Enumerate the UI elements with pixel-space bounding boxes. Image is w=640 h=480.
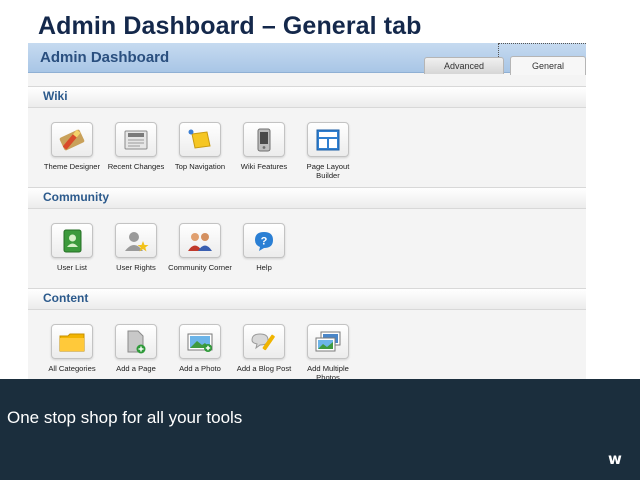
tool-add-multiple-photos[interactable]: Add Multiple Photos [296, 324, 360, 379]
help-icon: ? [255, 231, 273, 251]
tool-icon-box [179, 122, 221, 157]
caption-banner: One stop shop for all your tools w [0, 379, 640, 480]
tool-icon-box [179, 324, 221, 359]
tool-label: Add Multiple Photos [307, 364, 349, 379]
tool-help[interactable]: ? Help [232, 223, 296, 272]
tool-page-layout-builder[interactable]: Page Layout Builder [296, 122, 360, 180]
section-label-community: Community [43, 190, 109, 204]
tool-add-a-blog-post[interactable]: Add a Blog Post [232, 324, 296, 373]
people-icon [188, 232, 212, 251]
tool-label: Help [256, 263, 272, 272]
section-header-content: Content [28, 288, 586, 310]
tool-top-navigation[interactable]: Top Navigation [168, 122, 232, 171]
tool-icon-box [51, 122, 93, 157]
banner-text: One stop shop for all your tools [7, 408, 243, 427]
tool-add-a-photo[interactable]: Add a Photo [168, 324, 232, 373]
section-header-wiki: Wiki [28, 86, 586, 108]
tool-label: Page Layout Builder [306, 162, 350, 180]
user-star-icon [125, 231, 149, 251]
svg-text:?: ? [261, 235, 268, 247]
tool-icon-box [179, 223, 221, 258]
dashboard-title: Admin Dashboard [40, 49, 170, 66]
section-header-community: Community [28, 187, 586, 209]
phone-features-icon [257, 128, 271, 151]
tool-wiki-features[interactable]: Wiki Features [232, 122, 296, 171]
tool-icon-box [243, 324, 285, 359]
tool-label: User Rights [116, 263, 156, 272]
layout-icon [316, 129, 340, 150]
tool-user-rights[interactable]: User Rights [104, 223, 168, 272]
tool-label: Add a Photo [179, 364, 221, 373]
tool-icon-box [51, 223, 93, 258]
tool-label: Add a Blog Post [236, 364, 292, 373]
tool-label: User List [57, 263, 87, 272]
tool-label: All Categories [48, 364, 96, 373]
admin-dashboard-panel: Admin Dashboard Advanced General Wiki Th… [28, 43, 586, 379]
tool-label: Add a Page [116, 364, 156, 373]
tool-label: Theme Designer [43, 162, 101, 171]
tool-recent-changes[interactable]: Recent Changes [104, 122, 168, 171]
wikia-logo: w [608, 450, 622, 468]
tool-icon-box [307, 122, 349, 157]
tab-advanced[interactable]: Advanced [424, 57, 504, 74]
dashboard-header: Admin Dashboard Advanced General [28, 43, 586, 75]
folder-icon [59, 333, 85, 351]
section-label-wiki: Wiki [43, 89, 68, 103]
blog-post-icon [251, 332, 275, 350]
navigation-tag-icon [188, 129, 211, 149]
tool-label: Top Navigation [174, 162, 226, 171]
tool-icon-box [115, 122, 157, 157]
add-photo-icon [187, 333, 213, 352]
tool-icon-box [51, 324, 93, 359]
address-book-icon [63, 229, 82, 252]
multiple-photos-icon [315, 331, 341, 351]
tab-general[interactable]: General [510, 56, 586, 75]
tool-label: Recent Changes [107, 162, 165, 171]
theme-designer-icon [59, 129, 85, 150]
tool-icon-box [307, 324, 349, 359]
tool-theme-designer[interactable]: Theme Designer [40, 122, 104, 171]
slide-title: Admin Dashboard – General tab [38, 12, 422, 40]
tool-icon-box: ? [243, 223, 285, 258]
tool-icon-box [243, 122, 285, 157]
tool-user-list[interactable]: User List [40, 223, 104, 272]
tool-label: Community Corner [168, 263, 232, 272]
newspaper-icon [124, 130, 148, 149]
tool-all-categories[interactable]: All Categories [40, 324, 104, 373]
tool-label: Wiki Features [240, 162, 288, 171]
tool-icon-box [115, 223, 157, 258]
tool-icon-box [115, 324, 157, 359]
section-label-content: Content [43, 291, 89, 305]
add-page-icon [127, 330, 146, 353]
tool-community-corner[interactable]: Community Corner [168, 223, 232, 272]
tool-add-a-page[interactable]: Add a Page [104, 324, 168, 373]
